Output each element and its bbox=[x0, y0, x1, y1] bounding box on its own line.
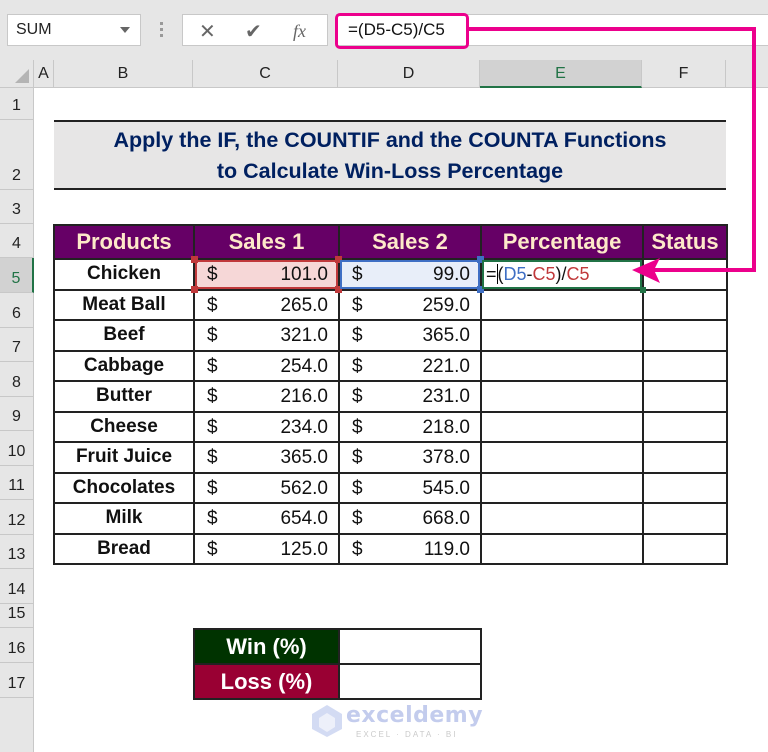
watermark-tagline: EXCEL · DATA · BI bbox=[356, 730, 458, 739]
exceldemy-logo-icon bbox=[312, 705, 342, 737]
watermark-name: exceldemy bbox=[346, 703, 484, 728]
arrow-line bbox=[469, 27, 756, 272]
annotation-arrow bbox=[469, 27, 756, 283]
